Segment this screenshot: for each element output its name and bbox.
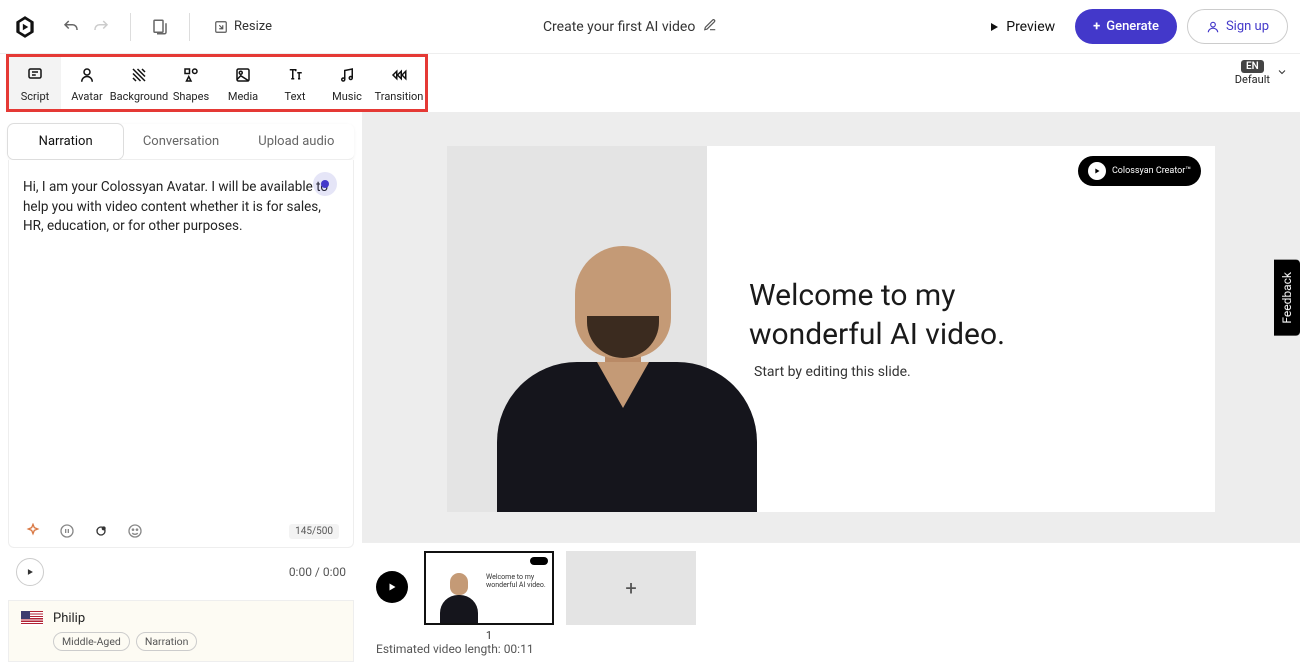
media-icon xyxy=(234,65,252,85)
generate-button[interactable]: + Generate xyxy=(1075,9,1177,44)
shapes-icon xyxy=(182,65,200,85)
playback-row: 0:00 / 0:00 xyxy=(8,548,354,596)
music-icon xyxy=(338,65,356,85)
redo-button[interactable] xyxy=(86,12,116,42)
tool-music[interactable]: Music xyxy=(321,57,373,109)
voice-card[interactable]: Philip Middle-Aged Narration xyxy=(8,600,354,662)
tab-narration[interactable]: Narration xyxy=(8,124,123,159)
tool-transition[interactable]: Transition xyxy=(373,57,425,109)
script-editor[interactable]: Hi, I am your Colossyan Avatar. I will b… xyxy=(8,160,354,548)
avatar-figure[interactable] xyxy=(487,212,777,512)
char-counter: 145/500 xyxy=(289,524,339,539)
top-bar: Resize Create your first AI video Previe… xyxy=(0,0,1300,54)
preview-button[interactable]: Preview xyxy=(978,13,1065,41)
recording-indicator xyxy=(313,172,337,196)
transition-icon xyxy=(390,65,408,85)
chevron-down-icon xyxy=(1276,66,1288,81)
ai-suggest-icon[interactable] xyxy=(23,521,43,541)
avatar-icon xyxy=(78,65,96,85)
brand-badge: Colossyan Creator™ xyxy=(1078,156,1201,186)
generate-label: Generate xyxy=(1106,19,1159,34)
language-label: Default xyxy=(1235,73,1270,86)
voice-tag-style: Narration xyxy=(136,632,198,651)
resize-button[interactable]: Resize xyxy=(204,13,282,40)
brand-text: Colossyan Creator™ xyxy=(1112,166,1191,176)
tab-conversation[interactable]: Conversation xyxy=(123,124,238,159)
script-icon xyxy=(26,65,44,85)
separator xyxy=(130,13,131,41)
edit-title-icon[interactable] xyxy=(703,18,717,36)
tool-text[interactable]: Text xyxy=(269,57,321,109)
language-selector[interactable]: EN Default xyxy=(1235,60,1288,86)
separator xyxy=(189,13,190,41)
language-code: EN xyxy=(1241,60,1264,73)
thumb-brand-icon xyxy=(530,557,548,565)
tool-background[interactable]: Background xyxy=(113,57,165,109)
signup-button[interactable]: Sign up xyxy=(1187,9,1288,44)
canvas-wrap: Colossyan Creator™ Welcome to my wonderf… xyxy=(362,112,1300,542)
project-title[interactable]: Create your first AI video xyxy=(543,19,695,35)
project-title-area: Create your first AI video xyxy=(282,18,978,36)
script-tabs: Narration Conversation Upload audio xyxy=(8,124,354,160)
tool-avatar[interactable]: Avatar xyxy=(61,57,113,109)
slide-number: 1 xyxy=(424,629,554,642)
signup-label: Sign up xyxy=(1226,19,1269,34)
emphasis-icon[interactable] xyxy=(91,521,111,541)
flag-icon xyxy=(21,611,43,626)
template-icon[interactable] xyxy=(145,12,175,42)
slide-thumbnail-1[interactable]: Welcome to my wonderful AI video. xyxy=(424,551,554,625)
pause-icon[interactable] xyxy=(57,521,77,541)
main-area: Narration Conversation Upload audio Hi, … xyxy=(0,112,1300,662)
play-button[interactable] xyxy=(16,558,44,586)
voice-name: Philip xyxy=(53,611,85,626)
left-panel: Narration Conversation Upload audio Hi, … xyxy=(0,112,362,662)
slide-subtitle[interactable]: Start by editing this slide. xyxy=(754,364,911,380)
mode-toolbar: Script Avatar Background Shapes Media Te… xyxy=(6,54,428,112)
playback-time: 0:00 / 0:00 xyxy=(289,565,346,579)
right-panel: Colossyan Creator™ Welcome to my wonderf… xyxy=(362,112,1300,662)
estimated-length: Estimated video length: 00:11 xyxy=(376,642,1286,658)
emoji-icon[interactable] xyxy=(125,521,145,541)
timeline: Welcome to my wonderful AI video. + 1 Es… xyxy=(362,542,1300,662)
tool-shapes[interactable]: Shapes xyxy=(165,57,217,109)
preview-label: Preview xyxy=(1006,19,1055,35)
plus-icon: + xyxy=(1093,19,1100,34)
app-logo xyxy=(12,14,38,40)
slide-title[interactable]: Welcome to my wonderful AI video. xyxy=(749,276,1005,354)
slide-canvas[interactable]: Colossyan Creator™ Welcome to my wonderf… xyxy=(447,146,1215,512)
voice-tag-age: Middle-Aged xyxy=(53,632,130,651)
text-icon xyxy=(286,65,304,85)
script-footer: 145/500 xyxy=(23,515,339,541)
script-text[interactable]: Hi, I am your Colossyan Avatar. I will b… xyxy=(23,178,339,237)
background-icon xyxy=(130,65,148,85)
undo-button[interactable] xyxy=(56,12,86,42)
timeline-play-button[interactable] xyxy=(376,571,408,603)
feedback-tab[interactable]: Feedback xyxy=(1274,260,1300,336)
tab-upload-audio[interactable]: Upload audio xyxy=(239,124,354,159)
tool-script[interactable]: Script xyxy=(9,57,61,109)
add-slide-button[interactable]: + xyxy=(566,551,696,625)
plus-icon: + xyxy=(625,576,636,600)
tool-media[interactable]: Media xyxy=(217,57,269,109)
resize-label: Resize xyxy=(234,19,272,34)
